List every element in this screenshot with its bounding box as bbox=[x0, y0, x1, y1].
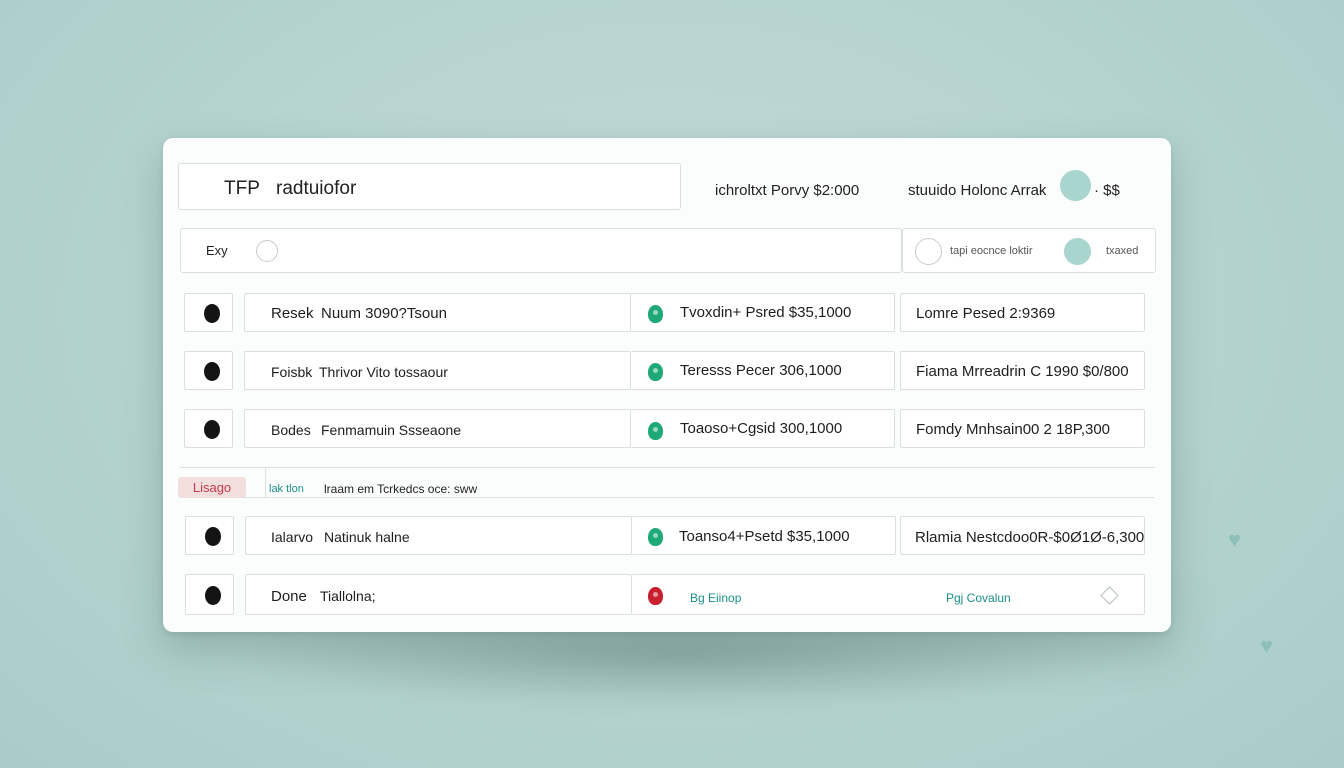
row-mid: Tvoxdin+ Psred $35,1000 bbox=[680, 304, 852, 321]
header-right-text: stuuido Holonc Arrak bbox=[908, 182, 1047, 199]
row-status-cell[interactable]: Bg Eiinop Pgj Covalun bbox=[632, 574, 1145, 615]
radio-icon[interactable] bbox=[915, 238, 942, 265]
bullet-icon bbox=[204, 362, 220, 381]
row-select-cell[interactable] bbox=[184, 293, 233, 332]
row-right: Rlamia Nestcdoo0R-$0Ø1Ø-6,300 bbox=[915, 529, 1145, 546]
section-left-label: lak tlon bbox=[269, 483, 304, 495]
table-row[interactable]: Resek Nuum 3090?Tsoun bbox=[244, 293, 631, 332]
row-name: Done bbox=[271, 588, 307, 605]
status-pin-icon bbox=[648, 305, 663, 323]
row-detail: Fenmamuin Ssseaone bbox=[321, 422, 462, 438]
table-row[interactable]: Bodes Fenmamuin Ssseaone bbox=[244, 409, 631, 448]
row-right: Lomre Pesed 2:9369 bbox=[916, 305, 1056, 322]
header-center-text: ichroltxt Porvy $2:000 bbox=[715, 182, 860, 199]
table-row[interactable]: Done Tiallolna; bbox=[245, 574, 632, 615]
row-mid: Teresss Pecer 306,1000 bbox=[680, 362, 842, 379]
status-pin-icon bbox=[648, 528, 663, 546]
section-text: lraam em Tcrkedcs oce: sww bbox=[324, 482, 478, 496]
toggle-dot-icon[interactable] bbox=[1060, 170, 1091, 201]
filter-right-end: txaxed bbox=[1106, 245, 1139, 257]
filter-bar[interactable]: Exy bbox=[180, 228, 902, 273]
row-name: Foisbk bbox=[271, 364, 313, 380]
row-right-cell[interactable]: Lomre Pesed 2:9369 bbox=[900, 293, 1145, 332]
section-tag[interactable]: Lisago bbox=[178, 477, 246, 498]
row-right: Fomdy Mnhsain00 2 18P,300 bbox=[916, 421, 1111, 438]
row-right: Pgj Covalun bbox=[946, 591, 1011, 605]
row-select-cell[interactable] bbox=[184, 351, 233, 390]
row-status-cell[interactable]: Toanso4+Psetd $35,1000 bbox=[632, 516, 896, 555]
row-right: Fiama Mrreadrin C 1990 $0/800 bbox=[916, 363, 1129, 380]
row-select-cell[interactable] bbox=[185, 516, 234, 555]
status-pin-icon bbox=[648, 363, 663, 381]
row-select-cell[interactable] bbox=[184, 409, 233, 448]
row-detail: Thrivor Vito tossaour bbox=[319, 364, 448, 380]
section-divider-top bbox=[180, 467, 1155, 468]
diamond-icon[interactable] bbox=[1100, 586, 1119, 605]
radio-icon[interactable] bbox=[256, 240, 278, 262]
row-status-cell[interactable]: Toaoso+Cgsid 300,1000 bbox=[631, 409, 895, 448]
filter-options[interactable]: tapi eocnce loktir txaxed bbox=[902, 228, 1156, 273]
row-mid: Bg Eiinop bbox=[690, 591, 742, 605]
title-prefix: TFP bbox=[224, 178, 260, 199]
row-detail: Natinuk halne bbox=[324, 529, 410, 545]
main-card: TFP radtuiofor ichroltxt Porvy $2:000 st… bbox=[163, 138, 1171, 632]
row-mid: Toanso4+Psetd $35,1000 bbox=[679, 528, 850, 545]
row-name: Ialarvo bbox=[271, 529, 314, 545]
filter-label: Exy bbox=[206, 243, 228, 258]
bullet-icon bbox=[204, 420, 220, 439]
bullet-icon bbox=[204, 304, 220, 323]
title-input[interactable]: TFP radtuiofor bbox=[178, 163, 681, 210]
row-status-cell[interactable]: Tvoxdin+ Psred $35,1000 bbox=[631, 293, 895, 332]
row-right-cell[interactable]: Fiama Mrreadrin C 1990 $0/800 bbox=[900, 351, 1145, 390]
section-divider-bottom bbox=[180, 497, 1155, 498]
row-mid: Toaoso+Cgsid 300,1000 bbox=[680, 420, 843, 437]
row-right-cell[interactable]: Fomdy Mnhsain00 2 18P,300 bbox=[900, 409, 1145, 448]
row-detail: Nuum 3090?Tsoun bbox=[321, 305, 447, 322]
row-name: Bodes bbox=[271, 422, 311, 438]
table-row[interactable]: Ialarvo Natinuk halne bbox=[245, 516, 632, 555]
table-row[interactable]: Foisbk Thrivor Vito tossaour bbox=[244, 351, 631, 390]
status-pin-icon bbox=[648, 422, 663, 440]
filter-right-text: tapi eocnce loktir bbox=[950, 245, 1033, 257]
header-right-suffix: · $$ bbox=[1094, 182, 1120, 199]
bullet-icon bbox=[205, 586, 221, 605]
heart-icon: ♥ bbox=[1228, 527, 1242, 552]
bullet-icon bbox=[205, 527, 221, 546]
row-status-cell[interactable]: Teresss Pecer 306,1000 bbox=[631, 351, 895, 390]
toggle-dot-icon[interactable] bbox=[1064, 238, 1091, 265]
row-name: Resek bbox=[271, 305, 314, 322]
row-right-cell[interactable]: Rlamia Nestcdoo0R-$0Ø1Ø-6,300 bbox=[900, 516, 1145, 555]
status-pin-icon bbox=[648, 587, 663, 605]
row-detail: Tiallolna; bbox=[320, 588, 376, 604]
section-separator bbox=[265, 468, 266, 497]
row-select-cell[interactable] bbox=[185, 574, 234, 615]
title-value: radtuiofor bbox=[276, 178, 357, 199]
heart-icon: ♥ bbox=[1260, 633, 1274, 658]
